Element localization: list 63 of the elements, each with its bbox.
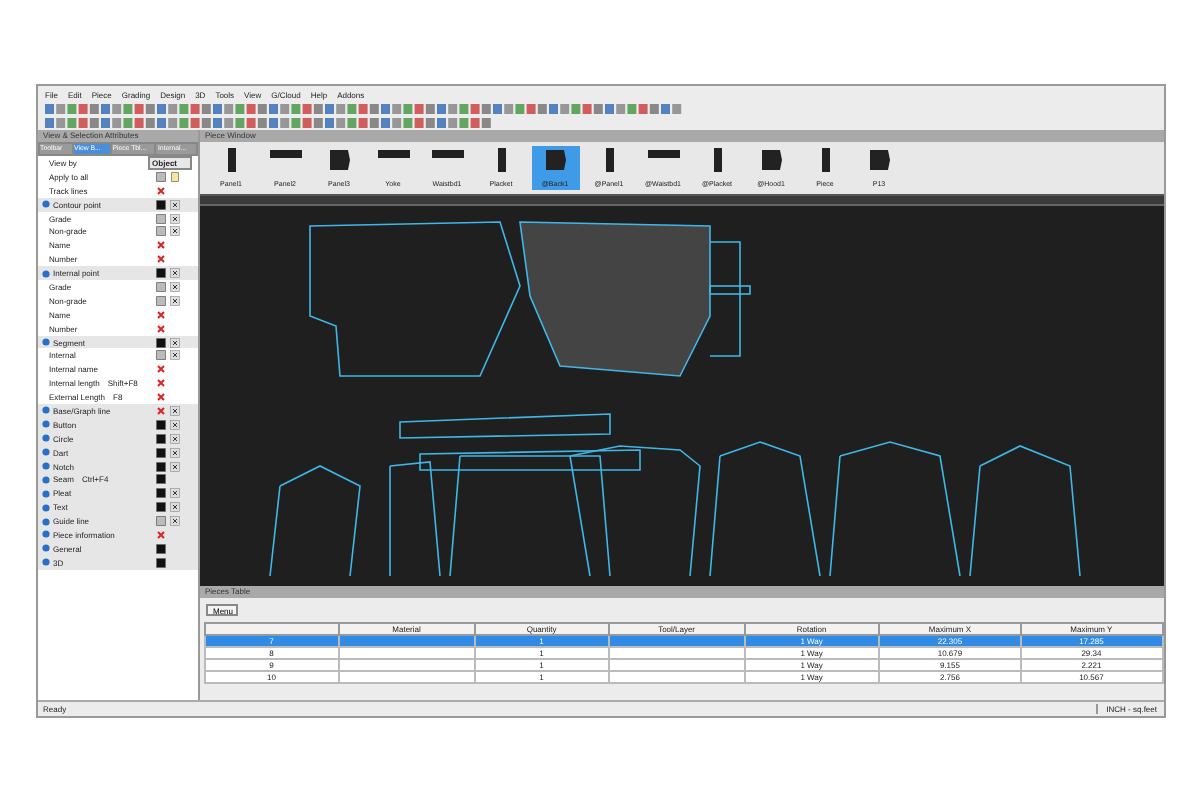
filled-square-icon[interactable]: [155, 447, 165, 458]
cross-icon[interactable]: [155, 185, 165, 196]
cross-icon[interactable]: [155, 405, 165, 416]
piece-thumbnail-icon: [377, 148, 409, 160]
close-icon[interactable]: [169, 433, 179, 444]
filled-square-icon[interactable]: [155, 268, 165, 279]
close-icon[interactable]: [169, 350, 179, 361]
close-icon[interactable]: [169, 226, 179, 237]
filled-square-icon[interactable]: [155, 543, 165, 554]
piece-thumbnail-icon: [711, 148, 723, 172]
close-icon[interactable]: [169, 516, 179, 527]
close-icon[interactable]: [169, 488, 179, 499]
piece-thumbnail-icon: [867, 148, 891, 172]
cross-icon[interactable]: [155, 378, 165, 389]
filled-square-icon[interactable]: [155, 433, 165, 444]
square-icon[interactable]: [155, 171, 165, 182]
piece-thumbnail-icon: [647, 148, 679, 160]
square-icon[interactable]: [155, 281, 165, 292]
square-icon[interactable]: [155, 295, 165, 306]
piece-thumbnail-icon: [225, 148, 237, 172]
filled-square-icon[interactable]: [155, 502, 165, 513]
cross-icon[interactable]: [155, 529, 165, 540]
filled-square-icon[interactable]: [155, 557, 165, 568]
filled-square-icon[interactable]: [155, 337, 165, 348]
attribute-icon: [41, 269, 49, 278]
close-icon[interactable]: [169, 295, 179, 306]
cross-icon[interactable]: [155, 323, 165, 334]
piece-thumbnail-icon: [543, 148, 567, 172]
filled-square-icon[interactable]: [155, 488, 165, 499]
close-icon[interactable]: [169, 281, 179, 292]
close-icon[interactable]: [169, 337, 179, 348]
piece-thumbnail-icon: [759, 148, 783, 172]
piece-thumbnail-icon: [327, 148, 351, 172]
close-icon[interactable]: [169, 199, 179, 210]
filled-square-icon[interactable]: [155, 474, 165, 485]
column-header: [204, 623, 340, 635]
close-icon[interactable]: [169, 405, 179, 416]
close-icon[interactable]: [169, 268, 179, 279]
close-icon[interactable]: [169, 213, 179, 223]
toolbar-icons-drawing[interactable]: [43, 102, 683, 116]
piece-thumbnail-icon: [603, 148, 615, 172]
square-icon[interactable]: [155, 213, 165, 223]
cross-icon[interactable]: [155, 240, 165, 251]
cross-icon[interactable]: [155, 254, 165, 265]
page-icon[interactable]: [169, 171, 179, 182]
piece-thumbnail-icon: [431, 148, 463, 160]
close-icon[interactable]: [169, 419, 179, 430]
filled-square-icon[interactable]: [155, 461, 165, 472]
close-icon[interactable]: [169, 447, 179, 458]
attribute-icon: [41, 200, 49, 209]
piece-thumbnail-icon: [269, 148, 301, 160]
cross-icon[interactable]: [155, 309, 165, 320]
square-icon[interactable]: [155, 226, 165, 237]
close-icon[interactable]: [169, 461, 179, 472]
cross-icon[interactable]: [155, 392, 165, 403]
piece-thumbnail-icon: [819, 148, 831, 172]
piece-thumbnail-icon: [495, 148, 507, 172]
close-icon[interactable]: [169, 502, 179, 513]
filled-square-icon[interactable]: [155, 419, 165, 430]
cross-icon[interactable]: [155, 364, 165, 375]
attribute-icon: [41, 338, 49, 347]
filled-square-icon[interactable]: [155, 199, 165, 210]
square-icon[interactable]: [155, 350, 165, 361]
